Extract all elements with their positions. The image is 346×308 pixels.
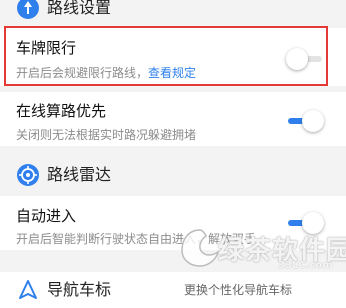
navigation-arrow-icon (16, 0, 40, 20)
section-title: 路线雷达 (47, 165, 112, 184)
section-title: 导航车标 (47, 280, 112, 299)
radar-target-icon (16, 163, 40, 187)
setting-row-online-routing[interactable]: 在线算路优先 关闭则无法根据实时路况躲避拥堵 (0, 92, 346, 146)
setting-label: 车牌限行 (16, 39, 77, 57)
setting-description: 关闭则无法根据实时路况躲避拥堵 (16, 128, 197, 142)
toggle-knob (286, 48, 308, 70)
watermark: 绿茶软件园 33LC.com (178, 226, 346, 274)
section-route-settings: 路线设置 (0, 0, 346, 26)
section-title: 路线设置 (47, 0, 112, 17)
online-routing-toggle[interactable] (286, 110, 324, 132)
setting-description: 开启后会规避限行路线，查看规定 (16, 64, 196, 81)
plate-restriction-toggle[interactable] (286, 48, 324, 70)
setting-row-plate-restriction[interactable]: 车牌限行 开启后会规避限行路线，查看规定 (0, 28, 346, 86)
toggle-knob (302, 110, 324, 132)
watermark-logo-icon (181, 229, 220, 267)
navigation-triangle-icon (16, 278, 40, 302)
nav-car-icon-value: 更换个性化导航车标 (184, 283, 293, 297)
setting-label: 自动进入 (16, 207, 77, 225)
setting-description-text: 开启后会规避限行路线， (16, 66, 149, 80)
nav-car-icon-row[interactable]: 导航车标 更换个性化导航车标 (0, 272, 346, 308)
setting-label: 在线算路优先 (16, 102, 107, 120)
section-route-radar: 路线雷达 (0, 157, 346, 193)
watermark-url: 33LC.com (278, 260, 333, 271)
view-rules-link[interactable]: 查看规定 (148, 66, 196, 80)
